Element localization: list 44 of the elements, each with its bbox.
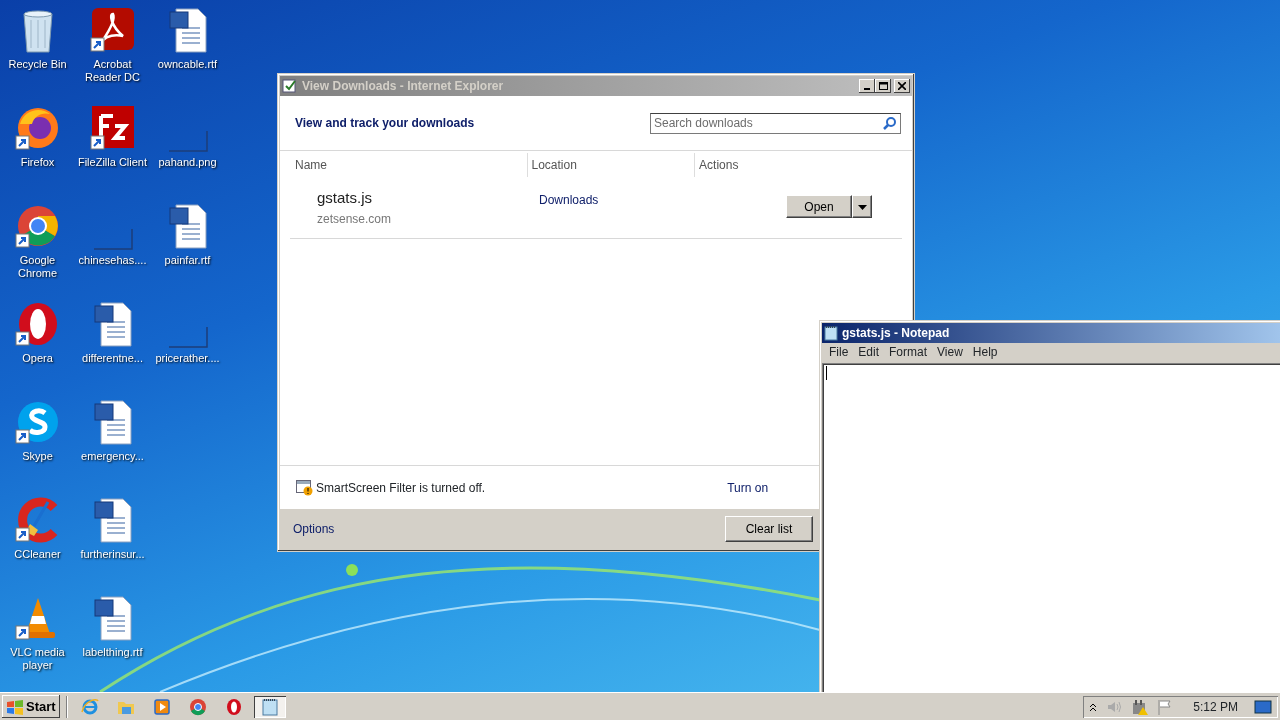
caret-icon	[857, 204, 867, 210]
internet-explorer-icon	[80, 697, 99, 716]
options-link[interactable]: Options	[293, 520, 335, 538]
open-button[interactable]: Open	[786, 195, 852, 218]
location-link[interactable]: Downloads	[539, 193, 599, 207]
close-icon	[898, 82, 906, 90]
search-field[interactable]: Search downloads	[650, 112, 901, 134]
page-heading: View and track your downloads	[295, 115, 475, 132]
maximize-icon	[878, 82, 888, 90]
windows-logo-icon	[6, 698, 24, 715]
notepad-icon	[260, 697, 279, 716]
column-header[interactable]: Actions	[694, 153, 901, 177]
menu-item[interactable]: View	[932, 343, 968, 361]
search-icon	[883, 116, 897, 130]
file-source: zetsense.com	[317, 210, 393, 228]
close-button[interactable]	[894, 79, 910, 93]
shield-warning-icon	[296, 479, 313, 496]
text-cursor	[826, 366, 827, 380]
start-button[interactable]: Start	[2, 695, 60, 718]
network-warning-icon[interactable]	[1131, 698, 1150, 715]
taskbar-button[interactable]	[253, 695, 286, 718]
file-name: gstats.js	[317, 188, 374, 208]
media-player-icon	[152, 697, 171, 716]
minimize-icon	[864, 88, 870, 90]
clear-list-button[interactable]: Clear list	[725, 516, 813, 542]
turn-on-link[interactable]: Turn on	[727, 478, 769, 497]
chrome-icon	[188, 697, 207, 716]
menu-item[interactable]: Edit	[853, 343, 885, 361]
dropdown-button[interactable]	[852, 195, 872, 218]
show-desktop-icon[interactable]	[1254, 699, 1272, 714]
maximize-button[interactable]	[875, 79, 891, 93]
smartscreen-message: SmartScreen Filter is turned off.	[316, 479, 486, 497]
window-title: View Downloads - Internet Explorer	[302, 78, 504, 95]
clock[interactable]: 5:12 PM	[1193, 697, 1238, 716]
chevron-up-icon[interactable]	[1089, 701, 1098, 712]
minimize-button[interactable]	[859, 79, 875, 93]
menu-item[interactable]: Help	[967, 343, 1003, 361]
menu-item[interactable]: Format	[884, 343, 933, 361]
menu-item[interactable]: File	[824, 343, 854, 361]
notepad-icon	[824, 325, 838, 341]
column-header[interactable]: Name	[291, 153, 527, 177]
column-header[interactable]: Location	[526, 153, 695, 177]
opera-icon	[224, 697, 243, 716]
window-title: gstats.js - Notepad	[842, 325, 950, 342]
